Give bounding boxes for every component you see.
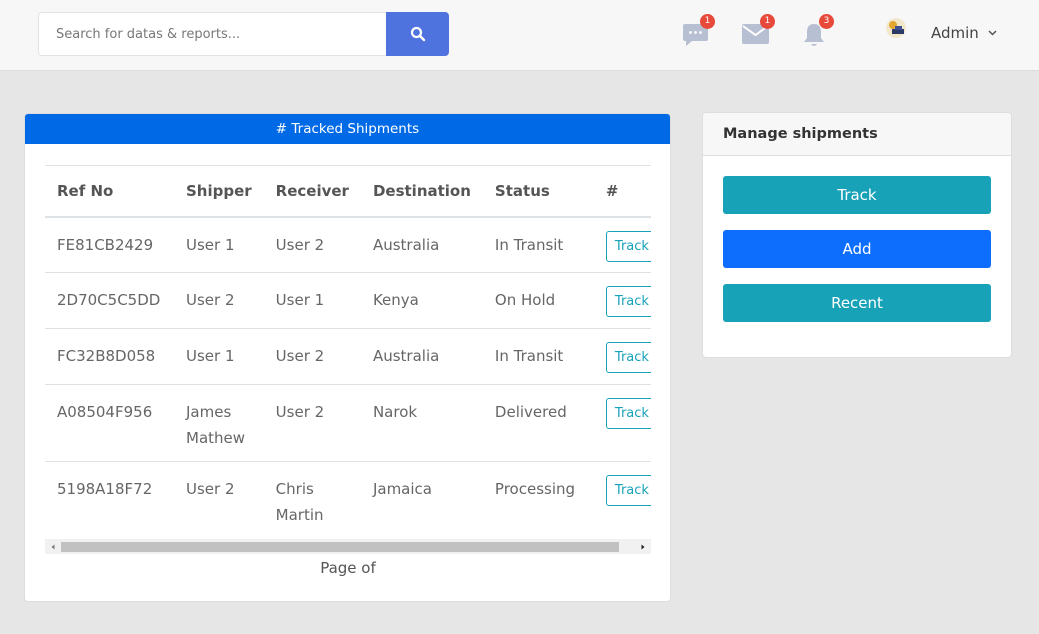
cell-status: Processing xyxy=(482,461,594,539)
cell-shipper: User 1 xyxy=(174,328,264,385)
cell-ref-no: A08504F956 xyxy=(45,384,174,462)
cell-destination: Australia xyxy=(360,328,483,385)
messages-button[interactable]: 1 xyxy=(682,14,715,48)
column-header-destination: Destination xyxy=(360,165,483,218)
alerts-badge: 3 xyxy=(819,14,834,29)
chevron-down-icon[interactable] xyxy=(988,30,997,36)
shipments-table-container[interactable]: Ref No Shipper Receiver Destination Stat… xyxy=(45,165,651,539)
table-row: FC32B8D058 User 1 User 2 Australia In Tr… xyxy=(45,328,651,385)
search-input[interactable] xyxy=(38,12,387,56)
cell-destination: Australia xyxy=(360,216,483,273)
cell-shipper: User 1 xyxy=(174,216,264,273)
cell-ref-no: 5198A18F72 xyxy=(45,461,174,539)
table-row: FE81CB2429 User 1 User 2 Australia In Tr… xyxy=(45,216,651,273)
avatar[interactable] xyxy=(886,18,906,38)
column-header-shipper: Shipper xyxy=(174,165,264,218)
alerts-button[interactable]: 3 xyxy=(801,14,834,48)
manage-shipments-title: Manage shipments xyxy=(703,113,1011,156)
cell-status: On Hold xyxy=(482,272,594,329)
cell-receiver: User 2 xyxy=(263,384,361,462)
cell-action: Track xyxy=(593,384,651,462)
tracked-shipments-card: # Tracked Shipments Ref No Shipper Recei… xyxy=(24,113,671,602)
cell-shipper: James Mathew xyxy=(174,384,264,462)
cell-receiver: Chris Martin xyxy=(263,461,361,539)
track-button[interactable]: Track xyxy=(605,230,651,262)
mail-button[interactable]: 1 xyxy=(742,14,775,48)
table-row: 5198A18F72 User 2 Chris Martin Jamaica P… xyxy=(45,461,651,539)
cell-status: Delivered xyxy=(482,384,594,462)
user-name[interactable]: Admin xyxy=(931,24,979,42)
scrollbar-thumb[interactable] xyxy=(61,542,619,552)
cell-ref-no: FE81CB2429 xyxy=(45,216,174,273)
add-shipment-button[interactable]: Add xyxy=(723,230,991,268)
track-shipment-button[interactable]: Track xyxy=(723,176,991,214)
table-header-row: Ref No Shipper Receiver Destination Stat… xyxy=(45,165,651,218)
scroll-right-arrow-icon[interactable] xyxy=(639,543,647,551)
cell-ref-no: 2D70C5C5DD xyxy=(45,272,174,329)
pagination-label: Page of xyxy=(320,559,376,577)
column-header-ref-no: Ref No xyxy=(45,165,174,218)
messages-badge: 1 xyxy=(700,14,715,29)
cell-destination: Jamaica xyxy=(360,461,483,539)
cell-shipper: User 2 xyxy=(174,461,264,539)
cell-destination: Narok xyxy=(360,384,483,462)
tracked-shipments-header: # Tracked Shipments xyxy=(25,114,670,144)
scroll-left-arrow-icon[interactable] xyxy=(49,543,57,551)
search-icon xyxy=(410,26,425,42)
cell-destination: Kenya xyxy=(360,272,483,329)
cell-status: In Transit xyxy=(482,216,594,273)
track-button[interactable]: Track xyxy=(605,475,651,506)
user-avatar-icon xyxy=(886,18,906,38)
track-button[interactable]: Track xyxy=(605,342,651,373)
cell-action: Track xyxy=(593,216,651,273)
cell-receiver: User 2 xyxy=(263,328,361,385)
cell-status: In Transit xyxy=(482,328,594,385)
cell-action: Track xyxy=(593,461,651,539)
cell-action: Track xyxy=(593,272,651,329)
shipments-table: Ref No Shipper Receiver Destination Stat… xyxy=(45,165,651,539)
cell-ref-no: FC32B8D058 xyxy=(45,328,174,385)
track-button[interactable]: Track xyxy=(605,398,651,429)
horizontal-scrollbar[interactable] xyxy=(45,539,651,554)
search-button[interactable] xyxy=(386,12,449,56)
top-navbar: 1 1 3 Admin xyxy=(0,0,1039,71)
column-header-status: Status xyxy=(482,165,594,218)
column-header-action: # xyxy=(593,165,651,218)
cell-shipper: User 2 xyxy=(174,272,264,329)
mail-badge: 1 xyxy=(760,14,775,29)
table-row: 2D70C5C5DD User 2 User 1 Kenya On Hold T… xyxy=(45,272,651,329)
recent-shipments-button[interactable]: Recent xyxy=(723,284,991,322)
table-row: A08504F956 James Mathew User 2 Narok Del… xyxy=(45,384,651,462)
cell-action: Track xyxy=(593,328,651,385)
cell-receiver: User 2 xyxy=(263,216,361,273)
manage-shipments-card: Manage shipments Track Add Recent xyxy=(702,112,1012,358)
column-header-receiver: Receiver xyxy=(263,165,361,218)
cell-receiver: User 1 xyxy=(263,272,361,329)
track-button[interactable]: Track xyxy=(605,286,651,317)
